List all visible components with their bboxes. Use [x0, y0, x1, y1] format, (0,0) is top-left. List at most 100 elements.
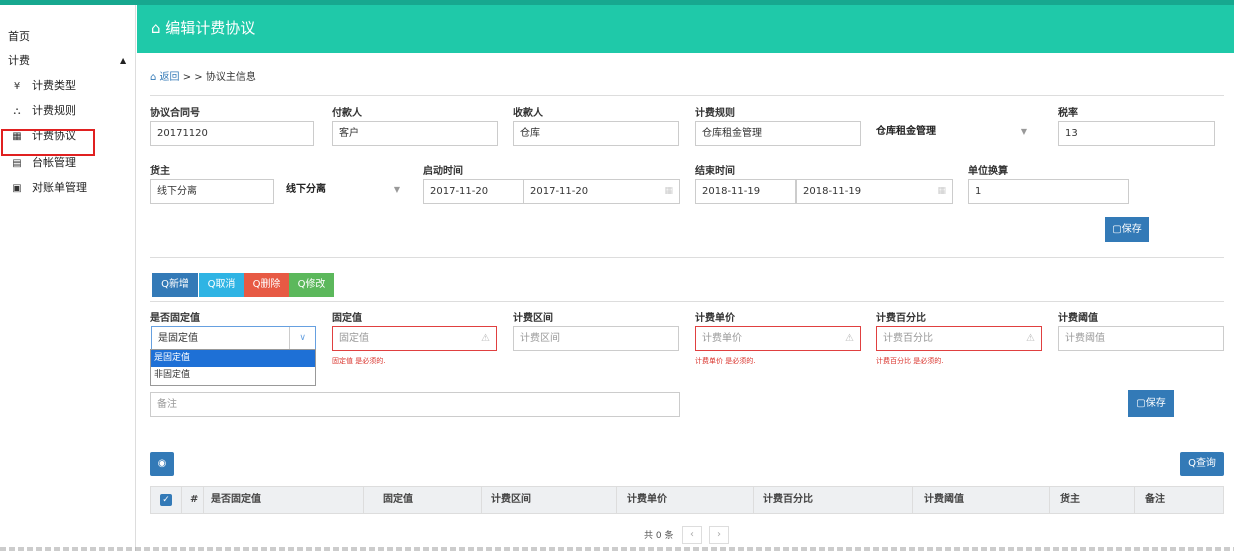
home-icon[interactable]: ⌂ [150, 72, 156, 83]
sidebar-group-billing[interactable]: 计费 ▲ [8, 50, 128, 72]
billing-rule-input[interactable]: 仓库租金管理 [695, 121, 861, 146]
next-page-button[interactable]: › [709, 526, 729, 544]
page-header: ⌂ 编辑计费协议 [137, 5, 1234, 53]
contract-no-label: 协议合同号 [150, 108, 200, 119]
payer-label: 付款人 [332, 108, 362, 119]
threshold-input[interactable]: 计费阈值 [1058, 326, 1224, 351]
end-date-picker[interactable]: 2018-11-19 ▦ [796, 179, 953, 204]
column-divider [203, 487, 204, 513]
dropdown-option[interactable]: 非固定值 [151, 367, 315, 384]
column-divider [616, 487, 617, 513]
sidebar-item-statement[interactable]: ▣ 对账单管理 [10, 177, 87, 199]
back-link[interactable]: 返回 [160, 72, 180, 83]
save-button[interactable]: ▢保存 [1105, 217, 1149, 242]
fixed-value-error: 固定值 是必须的. [332, 357, 386, 365]
breadcrumb-current: 协议主信息 [205, 72, 256, 83]
unit-price-error: 计费单价 是必须的. [695, 357, 756, 365]
end-date-input[interactable]: 2018-11-19 [695, 179, 796, 204]
column-divider [753, 487, 754, 513]
column-header-fixed-value[interactable]: 固定值 [383, 487, 413, 513]
select-divider [289, 327, 290, 350]
unit-price-input[interactable]: 计费单价 ⚠ [695, 326, 861, 351]
sidebar-item-home[interactable]: 首页 [8, 26, 30, 48]
billing-range-input[interactable]: 计费区间 [513, 326, 679, 351]
divider [150, 301, 1224, 302]
unit-conv-label: 单位换算 [968, 166, 1008, 177]
page-title: ⌂ 编辑计费协议 [151, 19, 256, 37]
owner-select[interactable]: 线下分离 ▼ [280, 177, 408, 202]
remark-input[interactable]: 备注 [150, 392, 680, 417]
is-fixed-dropdown: 是固定值 非固定值 [150, 349, 316, 386]
modify-button[interactable]: Q修改 [289, 273, 334, 297]
divider [150, 95, 1224, 96]
sidebar-item-billing-type[interactable]: ¥ 计费类型 [10, 75, 76, 97]
delete-button[interactable]: Q删除 [244, 273, 289, 297]
fixed-value-input[interactable]: 固定值 ⚠ [332, 326, 497, 351]
save-icon: ▢ [1136, 398, 1146, 409]
select-all-checkbox[interactable]: ✓ [160, 494, 172, 506]
billing-rule-select[interactable]: 仓库租金管理 ▼ [870, 119, 1035, 144]
is-fixed-select[interactable]: 是固定值 ∨ [151, 326, 316, 351]
search-icon: Q [161, 279, 169, 290]
active-item-highlight [1, 129, 95, 156]
percent-label: 计费百分比 [876, 313, 926, 324]
owner-input[interactable]: 线下分离 [150, 179, 274, 204]
add-button[interactable]: Q新增 [152, 273, 198, 297]
column-divider [363, 487, 364, 513]
tax-rate-label: 税率 [1058, 108, 1078, 119]
end-time-label: 结束时间 [695, 166, 735, 177]
breadcrumb: ⌂ 返回 > > 协议主信息 [150, 68, 256, 83]
eye-icon: ◉ [157, 458, 167, 469]
column-header-unit-price[interactable]: 计费单价 [627, 487, 667, 513]
sitemap-icon: ⛬ [13, 106, 21, 117]
chevron-right-icon: › [717, 529, 721, 540]
prev-page-button[interactable]: ‹ [682, 526, 702, 544]
sidebar-item-billing-rule[interactable]: ⛬ 计费规则 [10, 100, 77, 122]
calendar-icon: ▦ [664, 186, 673, 196]
start-date-input[interactable]: 2017-11-20 [423, 179, 524, 204]
caret-up-icon: ▲ [120, 56, 127, 65]
search-icon: Q [1188, 458, 1196, 469]
unit-price-label: 计费单价 [695, 313, 735, 324]
table-header: ✓ # 是否固定值 固定值 计费区间 计费单价 计费百分比 计费阈值 货主 备注 [150, 486, 1224, 514]
payer-input[interactable]: 客户 [332, 121, 498, 146]
warning-icon: ⚠ [481, 333, 490, 344]
sidebar-item-label: 台帐管理 [32, 156, 76, 169]
query-button[interactable]: Q查询 [1180, 452, 1224, 476]
column-header-index: # [190, 494, 199, 505]
is-fixed-label: 是否固定值 [150, 313, 200, 324]
ledger-icon: ▤ [12, 158, 22, 169]
column-header-percent[interactable]: 计费百分比 [763, 487, 813, 513]
dropdown-option[interactable]: 是固定值 [151, 350, 315, 367]
caret-down-icon: ▼ [393, 185, 400, 194]
contract-no-input[interactable]: 20171120 [150, 121, 314, 146]
fixed-value-label: 固定值 [332, 313, 362, 324]
percent-input[interactable]: 计费百分比 ⚠ [876, 326, 1042, 351]
column-divider [481, 487, 482, 513]
warning-icon: ⚠ [1026, 333, 1035, 344]
percent-error: 计费百分比 是必须的. [876, 357, 944, 365]
sidebar-group-label: 计费 [8, 54, 30, 67]
tax-rate-input[interactable]: 13 [1058, 121, 1215, 146]
detail-save-button[interactable]: ▢保存 [1128, 390, 1174, 417]
sidebar-item-label: 计费规则 [32, 104, 76, 117]
payee-label: 收款人 [513, 108, 543, 119]
statement-icon: ▣ [12, 183, 22, 194]
payee-input[interactable]: 仓库 [513, 121, 679, 146]
billing-range-label: 计费区间 [513, 313, 553, 324]
yen-icon: ¥ [13, 81, 21, 92]
column-header-owner[interactable]: 货主 [1060, 487, 1080, 513]
toggle-columns-button[interactable]: ◉ [150, 452, 174, 476]
column-header-threshold[interactable]: 计费阈值 [924, 487, 964, 513]
column-divider [912, 487, 913, 513]
column-header-is-fixed[interactable]: 是否固定值 [211, 487, 261, 513]
breadcrumb-separator: > > [179, 72, 206, 83]
column-header-remark[interactable]: 备注 [1145, 487, 1165, 513]
sidebar-item-label: 计费类型 [32, 79, 76, 92]
start-date-picker[interactable]: 2017-11-20 ▦ [523, 179, 680, 204]
unit-conv-input[interactable]: 1 [968, 179, 1129, 204]
threshold-label: 计费阈值 [1058, 313, 1098, 324]
column-header-range[interactable]: 计费区间 [491, 487, 531, 513]
cancel-button[interactable]: Q取消 [199, 273, 244, 297]
column-divider [1049, 487, 1050, 513]
